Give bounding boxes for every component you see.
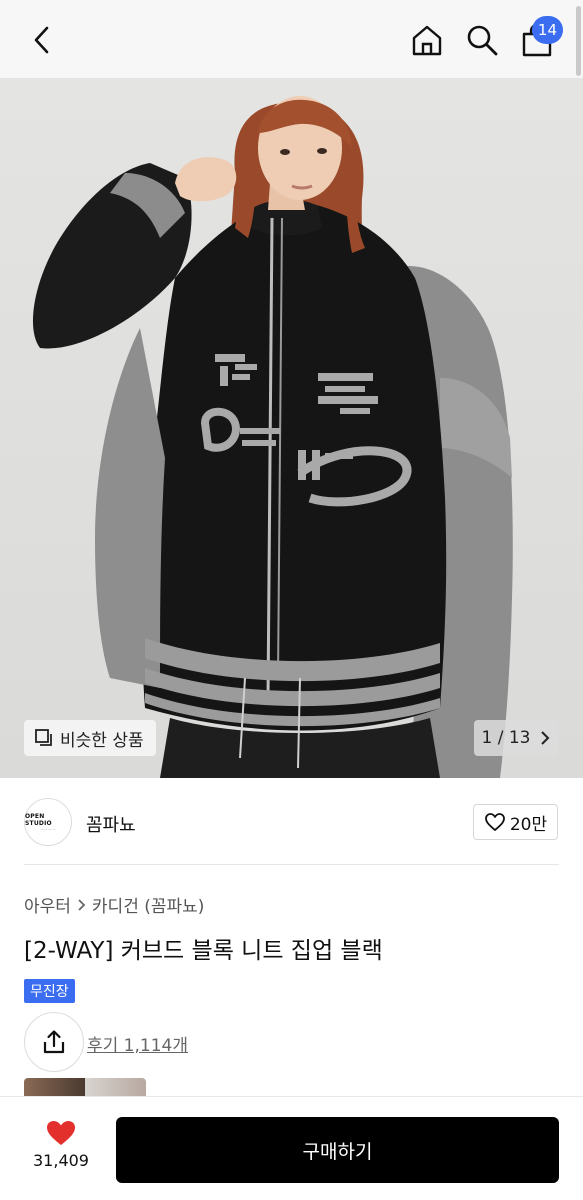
reviews-link[interactable]: 후기 1,114개 [87, 1031, 188, 1056]
wishlist-button[interactable]: 31,409 [26, 1119, 96, 1170]
breadcrumb-item-cardigan[interactable]: 카디건 (꼼파뇨) [92, 892, 205, 917]
similar-products-button[interactable]: 비슷한 상품 [24, 720, 156, 756]
store-tag-badge: 무진장 [24, 979, 75, 1003]
brand-name[interactable]: 꼼파뇨 [86, 811, 136, 837]
brand-row: OPEN STUDIO — — — — 꼼파뇨 20만 [0, 778, 583, 866]
chevron-left-icon [34, 26, 49, 54]
cart-button[interactable]: 14 [517, 16, 563, 60]
brand-logo-text: OPEN STUDIO [25, 813, 52, 827]
review-thumbnail-strip[interactable] [24, 1078, 146, 1096]
bottom-action-bar: 31,409 구매하기 [0, 1096, 583, 1200]
home-icon [412, 25, 442, 56]
similar-products-label: 비슷한 상품 [60, 730, 144, 751]
home-button[interactable] [407, 20, 447, 60]
image-counter-text: 1 / 13 [481, 728, 531, 748]
top-app-bar: 14 [0, 0, 583, 78]
share-button[interactable] [24, 1012, 84, 1072]
breadcrumb-item-outer[interactable]: 아우터 [24, 892, 71, 917]
breadcrumb: 아우터 카디건 (꼼파뇨) [24, 892, 204, 917]
product-image-gallery[interactable]: 비슷한 상품 1 / 13 [0, 78, 583, 778]
share-icon [43, 1030, 65, 1054]
copy-icon [35, 729, 52, 746]
buy-button[interactable]: 구매하기 [116, 1117, 559, 1183]
brand-logo[interactable]: OPEN STUDIO — — — — [24, 798, 72, 846]
brand-logo-subtext: — — — — [40, 827, 56, 831]
heart-filled-icon [47, 1121, 75, 1145]
product-title: [2-WAY] 커브드 블록 니트 집업 블랙 [24, 938, 383, 964]
image-counter[interactable]: 1 / 13 [474, 720, 558, 756]
scrollbar[interactable] [576, 6, 581, 76]
heart-outline-icon [484, 813, 505, 831]
divider [24, 864, 559, 865]
back-button[interactable] [22, 20, 62, 60]
cart-count-badge: 14 [531, 16, 563, 44]
review-thumbnail[interactable] [24, 1078, 85, 1096]
search-button[interactable] [462, 20, 502, 60]
chevron-right-icon [541, 731, 550, 745]
brand-like-count: 20만 [509, 814, 548, 835]
chevron-right-icon [78, 898, 86, 911]
product-photo [32, 96, 513, 778]
review-thumbnail[interactable] [85, 1078, 146, 1096]
wishlist-count: 31,409 [33, 1151, 89, 1170]
search-icon [467, 25, 498, 56]
brand-like-button[interactable]: 20만 [473, 804, 558, 840]
